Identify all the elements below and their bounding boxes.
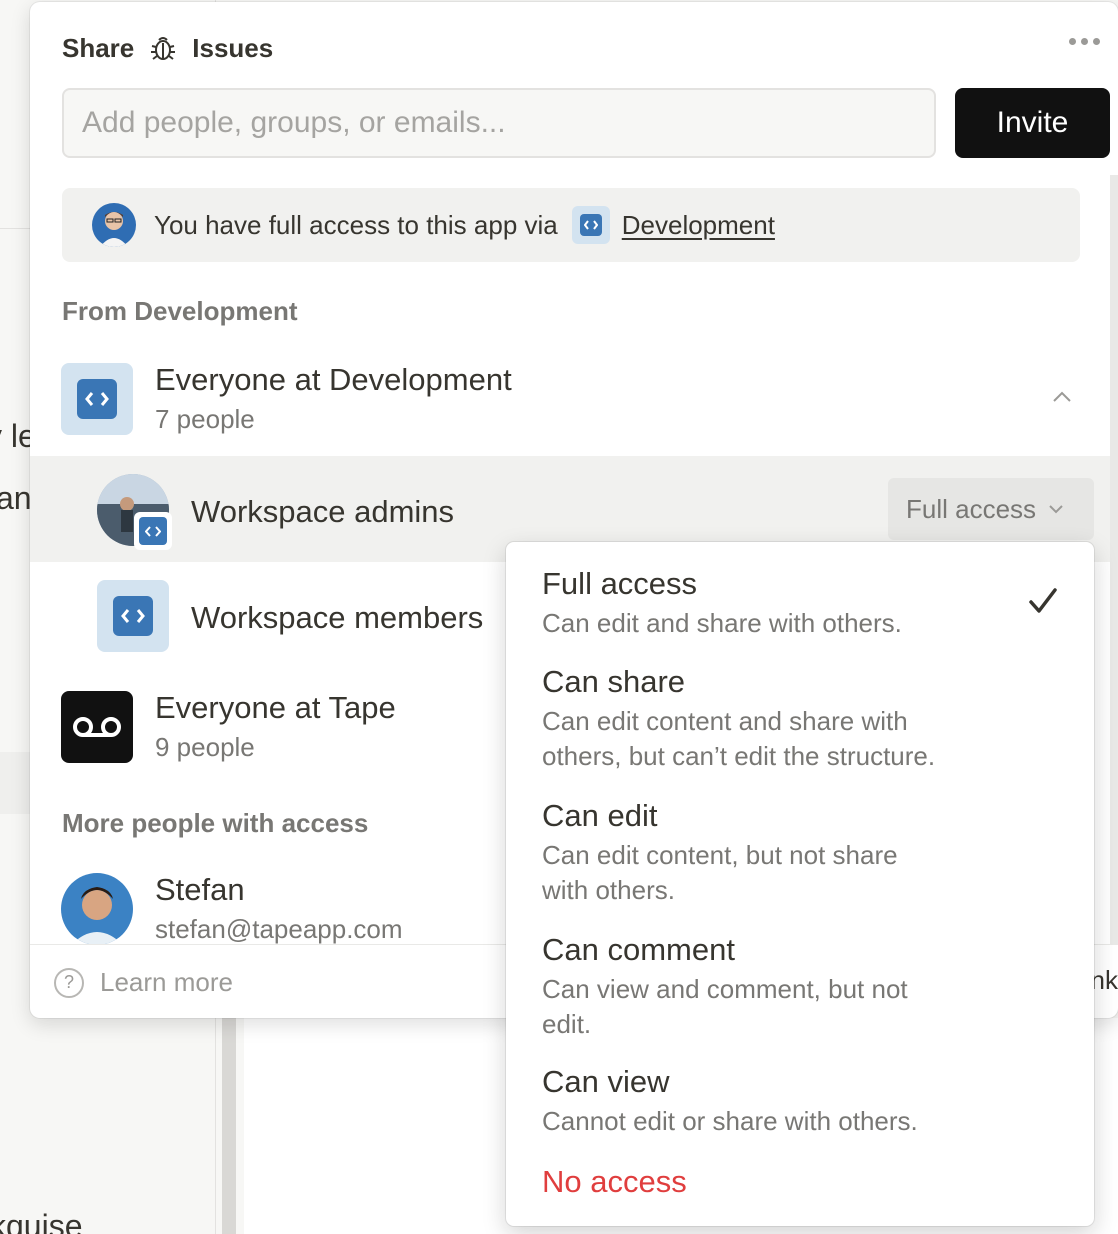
menu-item-can-edit[interactable]: Can edit Can edit content, but not share… xyxy=(542,798,1062,908)
permission-menu: Full access Can edit and share with othe… xyxy=(506,542,1094,1226)
code-icon xyxy=(97,580,169,652)
menu-item-can-comment[interactable]: Can comment Can view and comment, but no… xyxy=(542,932,1062,1042)
menu-item-title: Can edit xyxy=(542,798,658,833)
access-banner: You have full access to this app via Dev… xyxy=(62,188,1080,262)
checkmark-icon xyxy=(1028,586,1058,621)
background-scrollbar[interactable] xyxy=(222,1018,236,1234)
background-divider xyxy=(0,228,30,229)
more-horizontal-icon[interactable] xyxy=(1069,38,1100,45)
share-tab[interactable]: Share xyxy=(62,33,134,64)
voicemail-icon xyxy=(61,690,133,763)
menu-item-description: Can edit and share with others. xyxy=(542,608,902,638)
menu-item-no-access[interactable]: No access xyxy=(542,1164,687,1200)
person-email: stefan@tapeapp.com xyxy=(155,914,403,944)
section-more-people: More people with access xyxy=(62,808,369,838)
banner-text: You have full access to this app via xyxy=(154,209,558,240)
menu-item-full-access[interactable]: Full access Can edit and share with othe… xyxy=(542,566,1062,641)
person-name: Stefan xyxy=(155,872,245,907)
share-header: Share Issues xyxy=(62,32,273,64)
menu-item-can-view[interactable]: Can view Cannot edit or share with other… xyxy=(542,1064,1062,1139)
code-icon xyxy=(134,512,172,550)
menu-item-can-share[interactable]: Can share Can edit content and share wit… xyxy=(542,664,1062,774)
group-everyone-development[interactable]: Everyone at Development 7 people xyxy=(61,362,1118,435)
menu-item-title: Can view xyxy=(542,1064,670,1099)
menu-item-title: Full access xyxy=(542,566,698,601)
menu-item-description: Can edit content, but not share with oth… xyxy=(542,840,898,905)
chevron-up-icon[interactable] xyxy=(1052,390,1072,409)
help-icon: ? xyxy=(54,967,84,998)
chevron-down-icon xyxy=(1048,504,1064,514)
background-text-fragment: nk xyxy=(1090,965,1118,995)
menu-item-title: Can comment xyxy=(542,932,735,967)
permission-label: Full access xyxy=(906,493,1037,524)
background-right-strip xyxy=(1110,175,1118,945)
code-icon xyxy=(61,362,133,435)
group-workspace-members[interactable]: Workspace members xyxy=(191,600,483,636)
code-icon xyxy=(571,206,610,244)
menu-item-description: Can view and comment, but not edit. xyxy=(542,974,908,1039)
menu-item-description: Can edit content and share with others, … xyxy=(542,706,936,771)
group-title: Everyone at Tape xyxy=(155,690,396,725)
avatar xyxy=(92,203,136,247)
bug-icon xyxy=(148,33,178,63)
group-title: Everyone at Development xyxy=(155,362,512,397)
menu-item-title: Can share xyxy=(542,664,686,699)
background-highlight xyxy=(0,752,30,814)
background-text-fragment: kquise xyxy=(0,1208,83,1234)
learn-more-link[interactable]: Learn more xyxy=(100,967,233,998)
menu-item-description: Cannot edit or share with others. xyxy=(542,1106,918,1136)
add-people-input[interactable] xyxy=(62,88,936,158)
invite-button[interactable]: Invite xyxy=(955,88,1110,158)
permission-dropdown[interactable]: Full access xyxy=(888,478,1094,540)
avatar xyxy=(61,872,133,945)
page-title: Issues xyxy=(192,32,274,63)
group-subtitle: 9 people xyxy=(155,732,255,762)
workspace-link[interactable]: Development xyxy=(622,210,775,241)
section-from-development: From Development xyxy=(62,296,298,326)
group-subtitle: 7 people xyxy=(155,404,255,434)
group-title: Workspace admins xyxy=(191,494,455,529)
background-text-fragment: an xyxy=(0,480,32,516)
